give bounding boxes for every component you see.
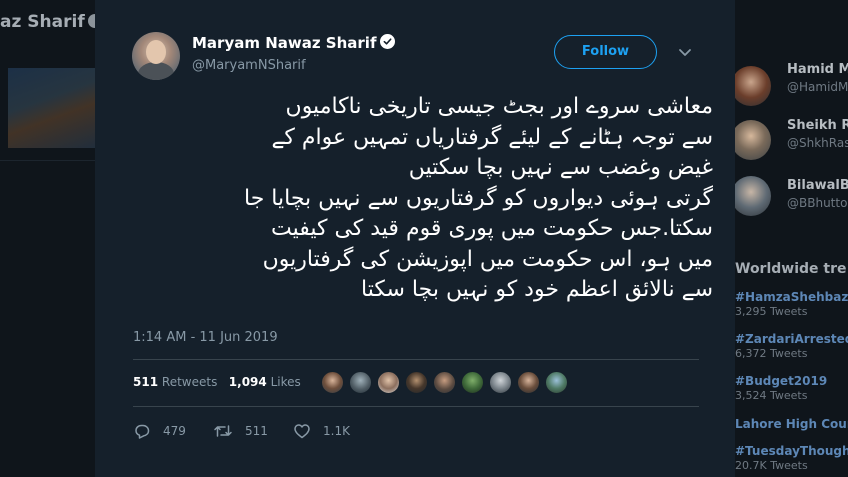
avatar[interactable] — [489, 371, 512, 394]
tweet-text-line: غیض وغضب سے نہیں بچا سکتیں — [408, 155, 713, 180]
trend-item: Lahore High Cour — [735, 417, 848, 431]
avatar — [731, 120, 771, 160]
divider — [133, 406, 699, 407]
author-avatar[interactable] — [132, 32, 180, 80]
trend-item: #HamzaShehbaz 3,295 Tweets — [735, 290, 848, 318]
background-media-thumbnail — [8, 68, 95, 148]
divider — [133, 359, 699, 360]
avatar[interactable] — [377, 371, 400, 394]
tweet-text: معاشی سروے اور بجٹ جیسی تاریخی ناکامیوں … — [133, 92, 713, 306]
reply-icon — [135, 424, 150, 439]
who-to-follow-handle: @HamidM — [787, 80, 848, 94]
avatar[interactable] — [461, 371, 484, 394]
avatar — [731, 176, 771, 216]
trend-name: #ZardariArrested — [735, 332, 848, 346]
who-to-follow-name: BilawalBh — [787, 178, 848, 193]
tweet-card: Maryam Nawaz Sharif @MaryamNSharif Follo… — [95, 0, 735, 477]
who-to-follow-item: BilawalBh @BBhutto — [731, 176, 848, 226]
divider — [0, 160, 95, 161]
who-to-follow-item: Hamid M @HamidM — [731, 60, 848, 110]
tweet-stats: 511 Retweets 1,094 Likes — [133, 375, 301, 389]
retweets-stat[interactable]: 511 Retweets — [133, 375, 217, 389]
follow-button[interactable]: Follow — [554, 35, 657, 69]
who-to-follow-handle: @BBhutto — [787, 196, 848, 210]
trend-count: 3,295 Tweets — [735, 305, 808, 318]
retweet-icon — [214, 425, 232, 437]
retweets-label: Retweets — [161, 375, 218, 389]
who-to-follow-name: Sheikh Ra — [787, 118, 848, 133]
author-display-name[interactable]: Maryam Nawaz Sharif — [192, 34, 396, 52]
author-handle[interactable]: @MaryamNSharif — [192, 58, 306, 73]
avatar[interactable] — [405, 371, 428, 394]
like-button[interactable]: 1.1K — [293, 421, 350, 441]
verified-icon — [380, 34, 396, 49]
avatar[interactable] — [433, 371, 456, 394]
trend-name: #Budget2019 — [735, 374, 828, 388]
avatar[interactable] — [545, 371, 568, 394]
tweet-text-line: معاشی سروے اور بجٹ جیسی تاریخی ناکامیوں — [285, 94, 713, 119]
tweet-text-line: گرتی ہوئی دیواروں کو گرفتاریوں سے نہیں ب… — [244, 185, 713, 211]
who-to-follow-name: Hamid M — [787, 62, 848, 77]
tweet-text-line: سے توجہ ہٹانے کے لیئے گرفتاریاں تمہیں عو… — [271, 124, 713, 150]
avatar-face-shape — [146, 40, 166, 64]
background-left-column: az Sharif — [0, 0, 102, 477]
trend-count: 3,524 Tweets — [735, 389, 808, 402]
avatar-body-shape — [138, 62, 174, 80]
reply-count: 479 — [163, 424, 186, 438]
retweets-count: 511 — [133, 375, 159, 389]
like-count: 1.1K — [323, 424, 350, 438]
trend-item: #Budget2019 3,524 Tweets — [735, 374, 848, 402]
avatar[interactable] — [349, 371, 372, 394]
retweet-button[interactable]: 511 — [213, 421, 268, 441]
author-name-text: Maryam Nawaz Sharif — [192, 34, 377, 52]
avatar — [731, 66, 771, 106]
heart-icon — [294, 424, 310, 439]
trend-item: #ZardariArrested 6,372 Tweets — [735, 332, 848, 360]
tweet-text-line: میں ہو، اس حکومت میں اپوزیشن کی گرفتاریو… — [262, 246, 713, 272]
tweet-text-line: سکتا.جس حکومت میں پوری قوم قید کی کیفیت — [270, 216, 713, 241]
trend-item: #TuesdayThought 20.7K Tweets — [735, 444, 848, 472]
tweet-timestamp[interactable]: 1:14 AM - 11 Jun 2019 — [133, 330, 278, 345]
chevron-down-icon[interactable] — [677, 44, 693, 60]
background-right-sidebar: Hamid M @HamidM Sheikh Ra @ShkhRas Bilaw… — [731, 0, 848, 477]
trend-name: Lahore High Cour — [735, 417, 848, 431]
trend-name: #TuesdayThought — [735, 444, 848, 458]
trends-title: Worldwide tre — [735, 261, 847, 277]
likes-label: Likes — [270, 375, 301, 389]
who-to-follow-item: Sheikh Ra @ShkhRas — [731, 116, 848, 166]
likes-stat[interactable]: 1,094 Likes — [229, 375, 301, 389]
trend-name: #HamzaShehbaz — [735, 290, 848, 304]
likes-count: 1,094 — [228, 375, 267, 389]
avatar[interactable] — [321, 371, 344, 394]
trend-count: 6,372 Tweets — [735, 347, 808, 360]
trend-count: 20.7K Tweets — [735, 459, 808, 472]
reply-button[interactable]: 479 — [133, 421, 186, 441]
background-profile-name: az Sharif — [0, 12, 102, 32]
tweet-text-line: سے نالائق اعظم خود کو نہیں بچا سکتا — [361, 277, 713, 302]
avatar[interactable] — [517, 371, 540, 394]
who-to-follow-handle: @ShkhRas — [787, 136, 848, 150]
retweet-count: 511 — [245, 424, 268, 438]
